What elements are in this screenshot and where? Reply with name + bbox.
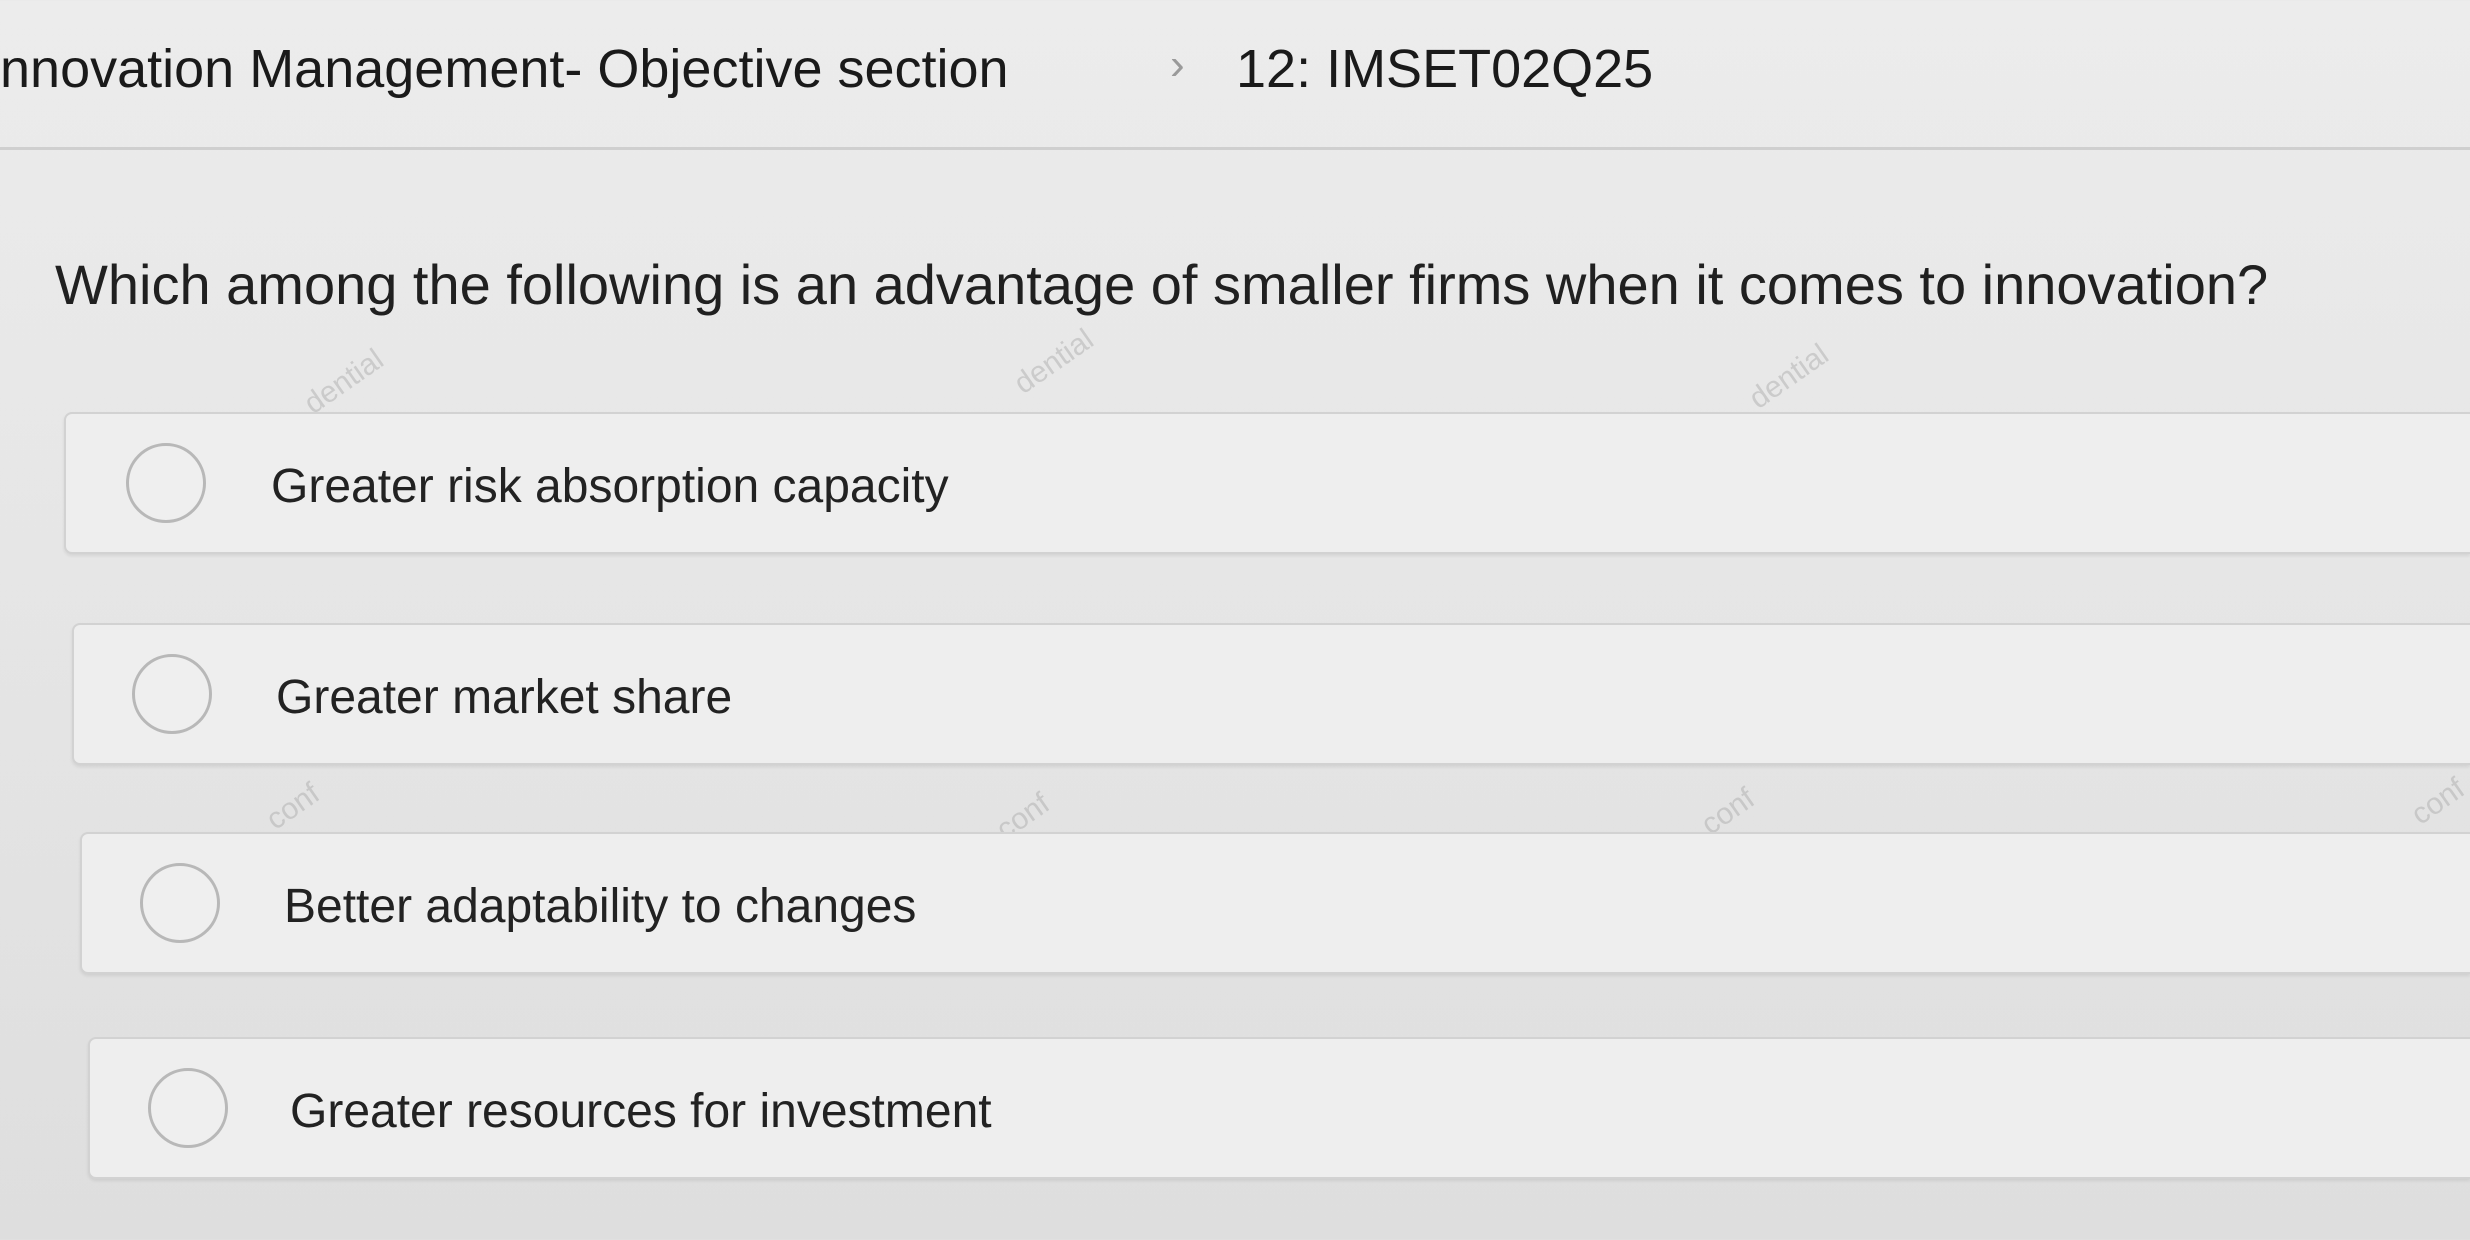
radio-unchecked-icon[interactable] bbox=[148, 1068, 228, 1148]
watermark: dential bbox=[1008, 322, 1100, 401]
watermark: dential bbox=[1743, 337, 1835, 416]
answer-option-label: Better adaptability to changes bbox=[284, 880, 917, 933]
answer-option-label: Greater market share bbox=[276, 671, 733, 724]
chevron-right-icon: › bbox=[1170, 40, 1185, 89]
answer-option-label: Greater resources for investment bbox=[290, 1085, 992, 1138]
breadcrumb-parent[interactable]: nnovation Management- Objective section bbox=[0, 38, 1009, 100]
watermark: dential bbox=[298, 342, 390, 421]
watermark: conf bbox=[260, 776, 326, 837]
question-text: Which among the following is an advantag… bbox=[55, 253, 2269, 316]
radio-unchecked-icon[interactable] bbox=[126, 443, 206, 523]
breadcrumb-current: 12: IMSET02Q25 bbox=[1236, 39, 1654, 99]
radio-unchecked-icon[interactable] bbox=[132, 654, 212, 734]
page-header: nnovation Management- Objective section … bbox=[0, 0, 2470, 150]
answer-option[interactable]: Greater risk absorption capacity bbox=[64, 412, 2470, 554]
watermark: conf bbox=[2405, 771, 2470, 832]
answer-option[interactable]: Greater resources for investment bbox=[88, 1037, 2470, 1179]
answer-option[interactable]: Better adaptability to changes bbox=[80, 832, 2470, 974]
answer-option[interactable]: Greater market share bbox=[72, 623, 2470, 765]
radio-unchecked-icon[interactable] bbox=[140, 863, 220, 943]
answer-option-label: Greater risk absorption capacity bbox=[271, 460, 949, 513]
